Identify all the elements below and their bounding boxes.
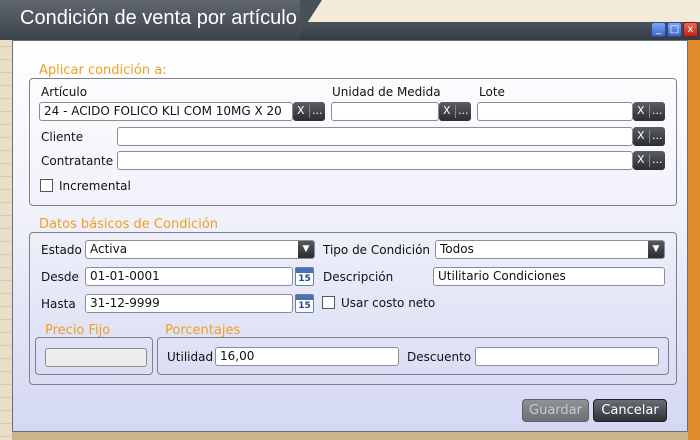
descripcion-label: Descripción (323, 270, 394, 284)
costo-neto-checkbox[interactable] (322, 296, 335, 309)
calendar-icon[interactable]: 15 (295, 294, 314, 313)
search-cliente-button[interactable]: ... (650, 127, 666, 146)
contratante-field[interactable] (117, 151, 633, 170)
aplicar-legend: Aplicar condición a: (39, 63, 167, 78)
guardar-button[interactable]: Guardar (522, 399, 589, 422)
clear-lote-button[interactable]: X (633, 102, 649, 121)
cliente-actions: X ... (633, 127, 665, 146)
window-controls: _ □ x (651, 22, 698, 37)
cancelar-button[interactable]: Cancelar (593, 399, 667, 422)
minimize-icon[interactable]: _ (651, 22, 666, 37)
search-contratante-button[interactable]: ... (650, 151, 666, 170)
contratante-label: Contratante (41, 154, 114, 168)
descuento-field[interactable] (475, 347, 659, 366)
calendar-icon[interactable]: 15 (295, 267, 314, 286)
unidad-field[interactable] (331, 102, 439, 121)
descuento-label: Descuento (407, 350, 472, 364)
maximize-icon[interactable]: □ (667, 22, 682, 37)
desde-label: Desde (41, 270, 79, 284)
desde-field[interactable]: 01-01-0001 (85, 267, 293, 286)
lote-label: Lote (479, 85, 505, 99)
cliente-label: Cliente (41, 130, 84, 144)
chevron-down-icon[interactable]: ▼ (298, 241, 314, 258)
cliente-field[interactable] (117, 127, 633, 146)
clear-unidad-button[interactable]: X (439, 102, 455, 121)
lote-actions: X ... (633, 102, 665, 121)
unidad-label: Unidad de Medida (332, 85, 441, 99)
descripcion-field[interactable]: Utilitario Condiciones (433, 267, 665, 286)
estado-value: Activa (90, 242, 128, 256)
precio-legend: Precio Fijo (45, 323, 111, 338)
tipo-value: Todos (440, 242, 474, 256)
chevron-down-icon[interactable]: ▼ (648, 241, 664, 258)
incremental-label: Incremental (59, 179, 131, 193)
desde-calendar-number: 15 (298, 274, 311, 284)
articulo-field[interactable]: 24 - ACIDO FOLICO KLI COM 10MG X 20 (39, 102, 293, 121)
window-title: Condición de venta por artículo (20, 7, 297, 29)
incremental-checkbox[interactable] (40, 179, 53, 192)
dialog-body: Aplicar condición a: Artículo 24 - ACIDO… (12, 40, 688, 432)
search-articulo-button[interactable]: ... (310, 102, 326, 121)
utilidad-field[interactable]: 16,00 (215, 347, 399, 366)
porcentajes-legend: Porcentajes (165, 323, 241, 338)
lote-field[interactable] (477, 102, 633, 121)
background-window-rows (0, 34, 12, 440)
hasta-field[interactable]: 31-12-9999 (85, 294, 293, 313)
datos-legend: Datos básicos de Condición (39, 217, 219, 232)
articulo-actions: X ... (293, 102, 325, 121)
search-lote-button[interactable]: ... (650, 102, 666, 121)
articulo-label: Artículo (41, 85, 88, 99)
clear-articulo-button[interactable]: X (293, 102, 309, 121)
tipo-select[interactable]: Todos ▼ (435, 240, 665, 259)
search-unidad-button[interactable]: ... (456, 102, 472, 121)
costo-neto-label: Usar costo neto (341, 296, 436, 310)
estado-label: Estado (41, 243, 82, 257)
precio-fijo-field[interactable] (45, 348, 147, 367)
tipo-label: Tipo de Condición (323, 243, 431, 257)
clear-cliente-button[interactable]: X (633, 127, 649, 146)
hasta-label: Hasta (41, 297, 76, 311)
close-icon[interactable]: x (683, 22, 698, 37)
background-window-edge (688, 34, 700, 440)
clear-contratante-button[interactable]: X (633, 151, 649, 170)
utilidad-label: Utilidad (167, 350, 214, 364)
estado-select[interactable]: Activa ▼ (85, 240, 315, 259)
contratante-actions: X ... (633, 151, 665, 170)
hasta-calendar-number: 15 (298, 301, 311, 311)
unidad-actions: X ... (439, 102, 471, 121)
title-tab: Condición de venta por artículo (0, 0, 322, 40)
